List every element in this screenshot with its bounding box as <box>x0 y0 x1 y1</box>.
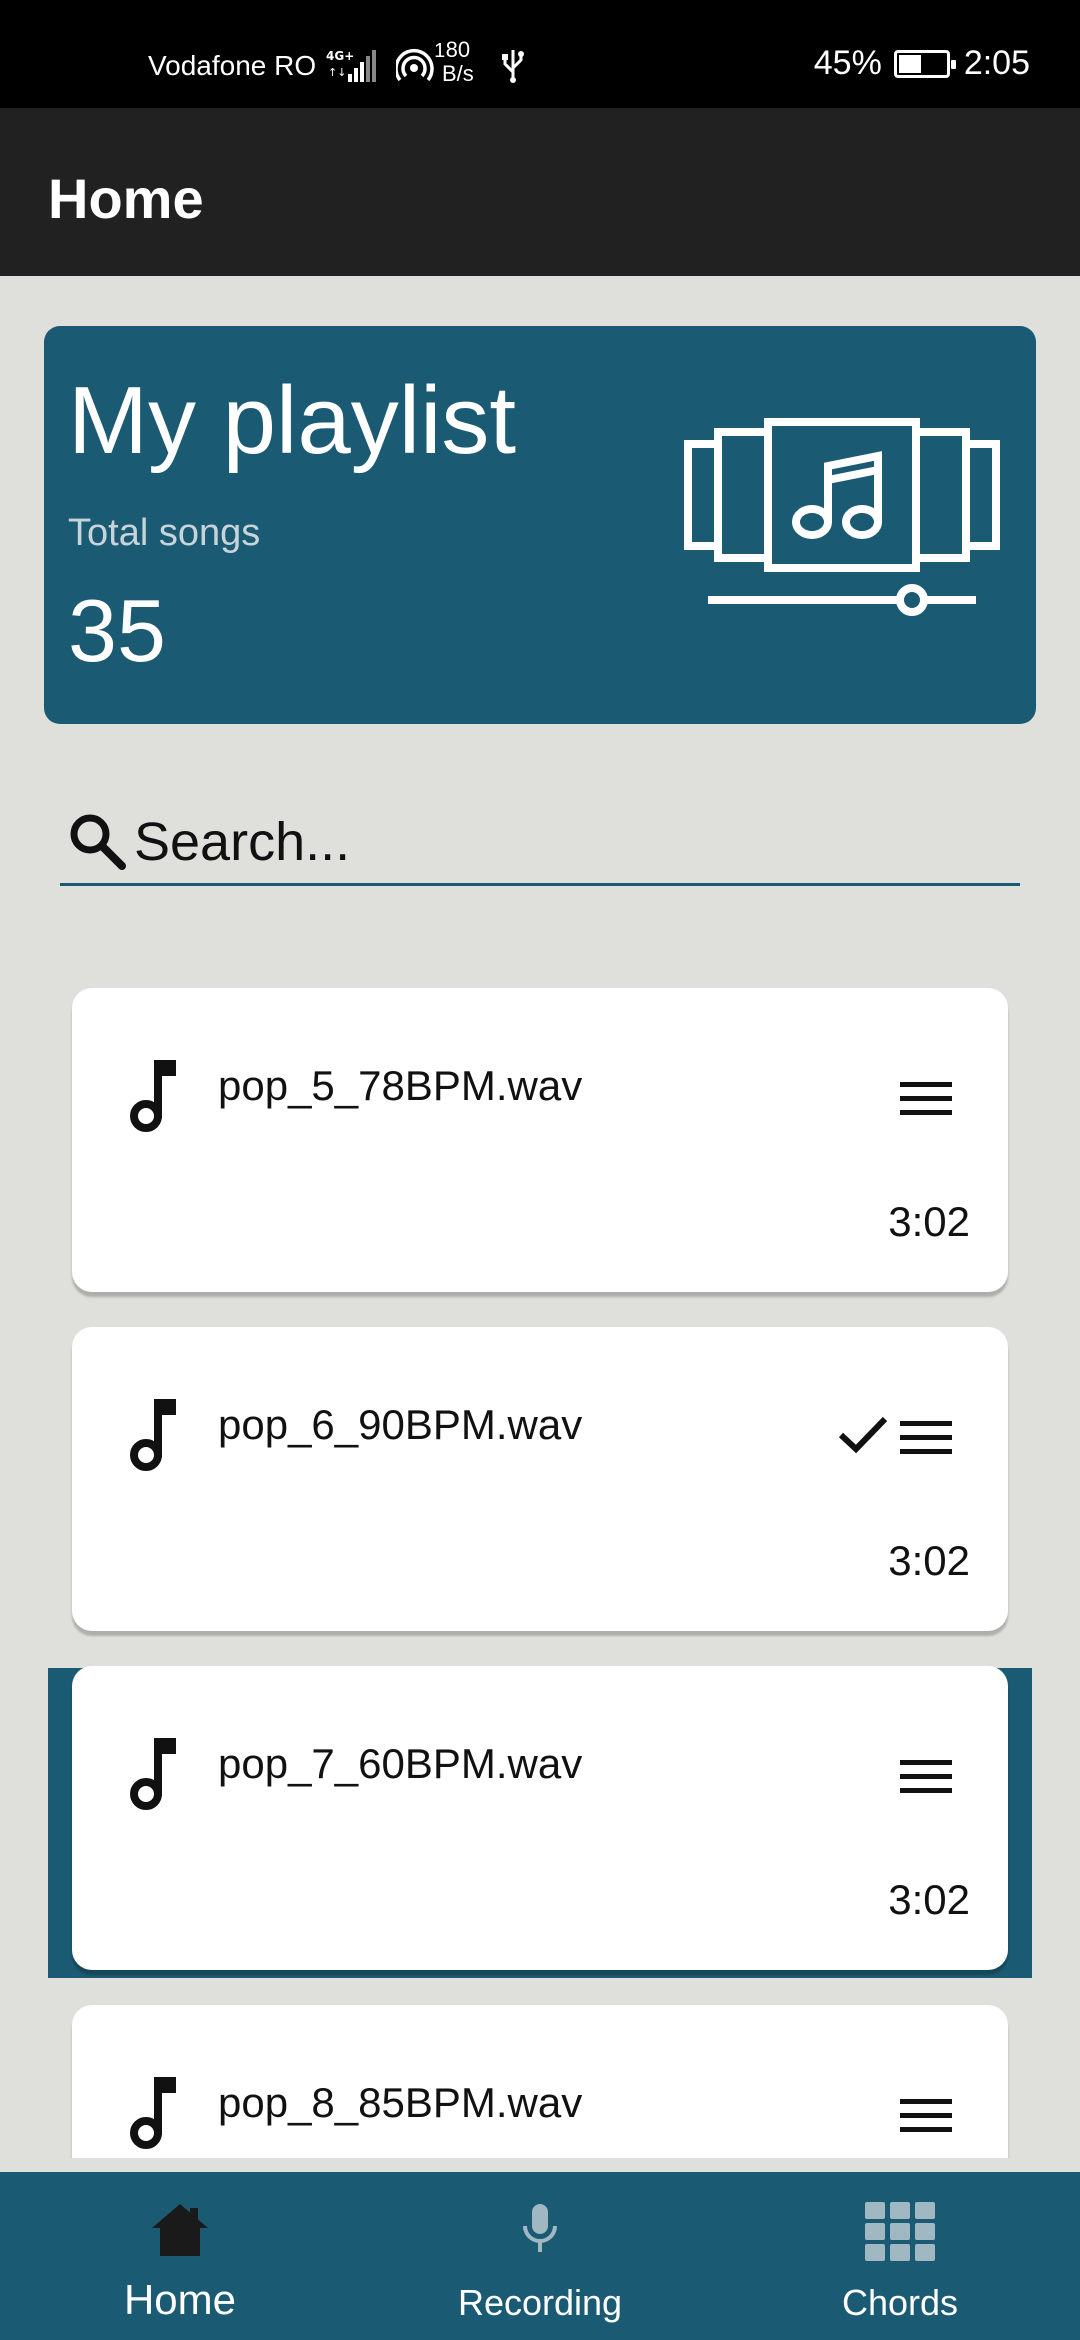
status-bar: Vodafone RO 4G+ ↑↓ 1 80 B/s 45% 2:05 <box>0 0 1080 108</box>
carrier-name: Vodafone RO <box>148 50 317 81</box>
total-songs-count: 35 <box>68 581 166 680</box>
status-left: Vodafone RO 4G+ ↑↓ 1 <box>148 40 445 84</box>
search-icon <box>70 814 126 870</box>
total-songs-label: Total songs <box>68 512 261 554</box>
net-speed-value: 80 <box>445 37 471 62</box>
song-list[interactable]: pop_5_78BPM.wav 3:02 pop_6_90BPM.wav 3:0… <box>0 988 1080 2158</box>
playlist-music-icon <box>684 418 1000 616</box>
bottom-navigation: Home Recording Chords <box>0 2172 1080 2340</box>
status-right: 45% 2:05 <box>814 44 1030 83</box>
music-note-icon <box>130 1060 176 1132</box>
nav-label-recording: Recording <box>457 2282 623 2323</box>
song-title: pop_7_60BPM.wav <box>218 1740 583 1787</box>
music-note-icon <box>130 1399 176 1471</box>
music-note-icon <box>130 2077 176 2149</box>
nav-label-chords: Chords <box>841 2282 959 2323</box>
nav-chords[interactable]: Chords <box>720 2172 1080 2340</box>
song-duration: 3:02 <box>888 1537 970 1584</box>
nav-label-home: Home <box>123 2276 237 2323</box>
battery-percent: 45% <box>813 44 882 82</box>
usb-icon <box>500 48 526 89</box>
hotspot-icon: 1 <box>396 40 445 84</box>
signal-icon: 4G+ ↑↓ <box>324 48 388 84</box>
drag-handle-icon[interactable] <box>900 1080 952 1118</box>
song-item-selected[interactable]: pop_7_60BPM.wav 3:02 <box>72 1666 1008 1970</box>
drag-handle-icon[interactable] <box>900 1419 952 1457</box>
clock: 2:05 <box>963 44 1030 82</box>
page-title: Home <box>48 167 204 230</box>
song-item[interactable]: pop_8_85BPM.wav <box>72 2005 1008 2158</box>
battery-icon <box>893 49 956 78</box>
song-title: pop_8_85BPM.wav <box>218 2079 583 2126</box>
song-item[interactable]: pop_6_90BPM.wav 3:02 <box>72 1327 1008 1631</box>
search-input[interactable] <box>134 801 994 882</box>
grid-icon <box>865 2202 935 2261</box>
svg-text:↑↓: ↑↓ <box>328 66 346 79</box>
playlist-title: My playlist <box>68 367 517 474</box>
network-type: 4G+ <box>326 49 354 63</box>
drag-handle-icon[interactable] <box>900 2097 952 2135</box>
song-title: pop_5_78BPM.wav <box>218 1062 583 1109</box>
check-icon <box>838 1416 888 1454</box>
nav-recording[interactable]: Recording <box>360 2172 720 2340</box>
net-speed-unit: B/s <box>442 61 474 86</box>
net-speed: 80 B/s <box>442 38 474 86</box>
app-bar: Home <box>0 108 1080 276</box>
nav-home[interactable]: Home <box>0 2172 360 2340</box>
playlist-card[interactable]: My playlist Total songs 35 <box>44 326 1036 724</box>
song-item[interactable]: pop_5_78BPM.wav 3:02 <box>72 988 1008 1292</box>
microphone-icon <box>523 2204 557 2252</box>
search-bar[interactable] <box>60 800 1020 886</box>
song-duration: 3:02 <box>888 1198 970 1245</box>
song-title: pop_6_90BPM.wav <box>218 1401 583 1448</box>
music-note-icon <box>130 1738 176 1810</box>
song-duration: 3:02 <box>888 1876 970 1923</box>
drag-handle-icon[interactable] <box>900 1758 952 1796</box>
home-icon <box>152 2204 208 2256</box>
